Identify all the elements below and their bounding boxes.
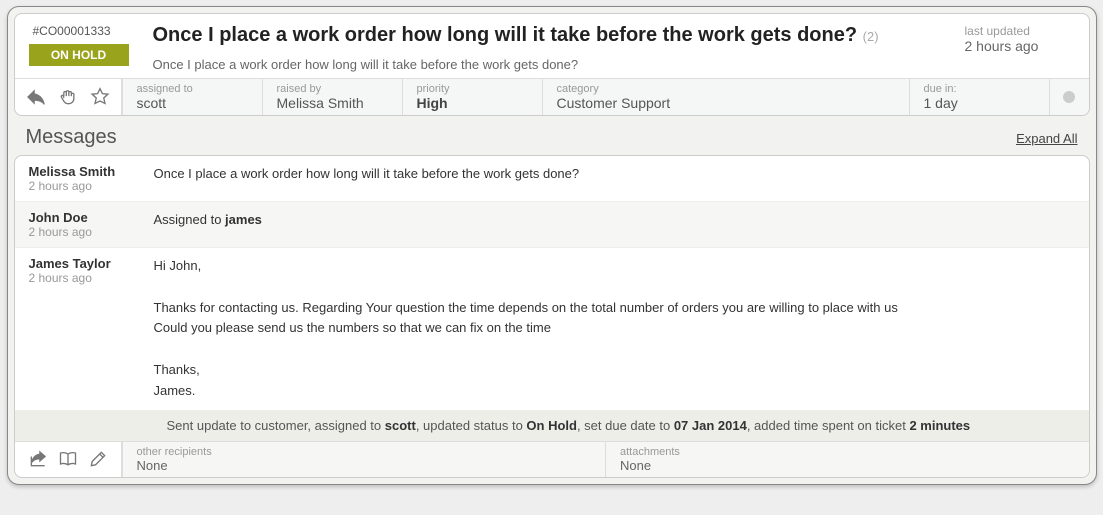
book-icon[interactable] — [53, 444, 83, 474]
message-time: 2 hours ago — [29, 271, 154, 285]
messages-heading: Messages — [26, 126, 117, 149]
ticket-window: #CO00001333 ON HOLD Once I place a work … — [7, 6, 1097, 485]
attachments-cell: attachments None — [605, 442, 1089, 477]
message-line: Could you please send us the numbers so … — [154, 318, 1075, 339]
update-bold: 07 Jan 2014 — [674, 418, 747, 433]
status-dot-cell — [1049, 79, 1089, 115]
messages-header: Messages Expand All — [8, 116, 1096, 155]
due-cell[interactable]: due in: 1 day — [909, 79, 1049, 115]
meta-row: assigned to scott raised by Melissa Smit… — [15, 78, 1089, 115]
last-updated: last updated 2 hours ago — [965, 24, 1075, 54]
message-text: Assigned to — [154, 212, 226, 227]
raised-by-value: Melissa Smith — [277, 95, 388, 111]
star-icon[interactable] — [85, 82, 115, 112]
ticket-reply-count: (2) — [863, 29, 879, 44]
message-time: 2 hours ago — [29, 225, 154, 239]
edit-icon[interactable] — [83, 444, 113, 474]
priority-cell[interactable]: priority High — [402, 79, 542, 115]
message-body: Once I place a work order how long will … — [154, 164, 1075, 193]
update-text: , set due date to — [577, 418, 674, 433]
message-body: Assigned to james — [154, 210, 1075, 239]
attachments-value: None — [620, 458, 1075, 473]
update-bold: On Hold — [526, 418, 577, 433]
message-line: Hi John, — [154, 256, 1075, 277]
message-author-col: John Doe 2 hours ago — [29, 210, 154, 239]
ticket-title: Once I place a work order how long will … — [153, 24, 949, 47]
message-row[interactable]: John Doe 2 hours ago Assigned to james — [15, 202, 1089, 248]
reply-icon[interactable] — [21, 82, 51, 112]
message-author: John Doe — [29, 210, 154, 225]
priority-value: High — [417, 95, 528, 111]
share-icon[interactable] — [23, 444, 53, 474]
footer-actions — [15, 442, 122, 477]
message-author: James Taylor — [29, 256, 154, 271]
recipients-label: other recipients — [137, 446, 592, 458]
ticket-id: #CO00001333 — [29, 24, 149, 38]
assigned-to-label: assigned to — [137, 83, 248, 95]
system-update-row: Sent update to customer, assigned to sco… — [15, 410, 1089, 442]
update-bold: scott — [385, 418, 416, 433]
category-cell[interactable]: category Customer Support — [542, 79, 909, 115]
message-author-col: James Taylor 2 hours ago — [29, 256, 154, 402]
expand-all-link[interactable]: Expand All — [1016, 131, 1077, 146]
grab-icon[interactable] — [53, 82, 83, 112]
update-bold: 2 minutes — [909, 418, 970, 433]
header-actions — [15, 79, 122, 115]
recipients-value: None — [137, 458, 592, 473]
message-line: Thanks, — [154, 360, 1075, 381]
last-updated-value: 2 hours ago — [965, 38, 1075, 54]
update-text: , added time spent on ticket — [747, 418, 910, 433]
ticket-title-text: Once I place a work order how long will … — [153, 24, 858, 46]
due-value: 1 day — [924, 95, 1035, 111]
ticket-id-column: #CO00001333 ON HOLD — [29, 24, 149, 66]
due-label: due in: — [924, 83, 1035, 95]
last-updated-label: last updated — [965, 24, 1075, 38]
message-row[interactable]: James Taylor 2 hours ago Hi John, Thanks… — [15, 248, 1089, 410]
status-dot-icon — [1063, 91, 1075, 103]
ticket-subtitle: Once I place a work order how long will … — [153, 57, 949, 72]
priority-label: priority — [417, 83, 528, 95]
status-badge: ON HOLD — [29, 44, 129, 66]
message-line: Thanks for contacting us. Regarding Your… — [154, 298, 1075, 319]
assigned-to-cell[interactable]: assigned to scott — [122, 79, 262, 115]
update-text: , updated status to — [416, 418, 527, 433]
message-time: 2 hours ago — [29, 179, 154, 193]
recipients-cell: other recipients None — [122, 442, 606, 477]
message-footer-row: other recipients None attachments None — [15, 442, 1089, 477]
message-line: James. — [154, 381, 1075, 402]
message-text-bold: james — [225, 212, 262, 227]
message-author: Melissa Smith — [29, 164, 154, 179]
messages-card: Melissa Smith 2 hours ago Once I place a… — [14, 155, 1090, 478]
message-body: Hi John, Thanks for contacting us. Regar… — [154, 256, 1075, 402]
attachments-label: attachments — [620, 446, 1075, 458]
raised-by-label: raised by — [277, 83, 388, 95]
message-author-col: Melissa Smith 2 hours ago — [29, 164, 154, 193]
ticket-header-top: #CO00001333 ON HOLD Once I place a work … — [15, 14, 1089, 78]
message-row[interactable]: Melissa Smith 2 hours ago Once I place a… — [15, 156, 1089, 202]
update-text: Sent update to customer, assigned to — [167, 418, 385, 433]
message-text: Once I place a work order how long will … — [154, 166, 580, 181]
ticket-header-card: #CO00001333 ON HOLD Once I place a work … — [14, 13, 1090, 116]
assigned-to-value: scott — [137, 95, 248, 111]
category-label: category — [557, 83, 895, 95]
category-value: Customer Support — [557, 95, 895, 111]
ticket-title-column: Once I place a work order how long will … — [149, 24, 965, 72]
raised-by-cell[interactable]: raised by Melissa Smith — [262, 79, 402, 115]
